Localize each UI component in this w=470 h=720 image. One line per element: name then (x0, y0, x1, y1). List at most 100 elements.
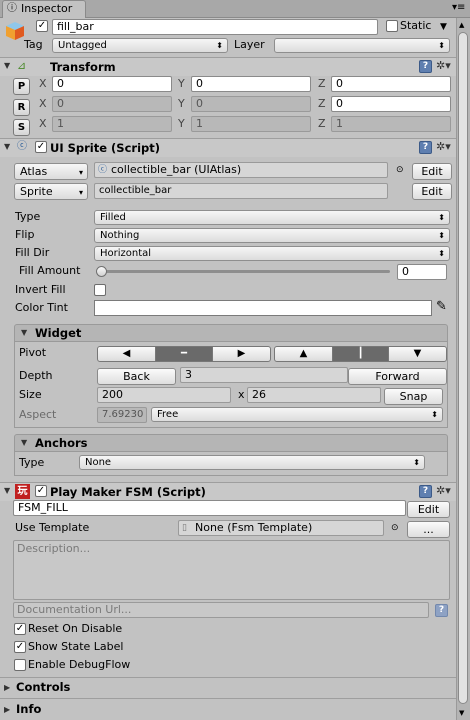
fillamount-field[interactable]: 0 (397, 264, 447, 280)
size-height-field[interactable]: 26 (247, 387, 381, 403)
rot-z-field[interactable]: 0 (331, 96, 451, 112)
scale-button[interactable]: S (13, 119, 30, 136)
tag-dropdown[interactable]: Untagged ⬍ (52, 38, 228, 53)
static-checkbox[interactable] (386, 20, 398, 32)
depth-back-button[interactable]: Back (97, 368, 176, 385)
scale-x-label[interactable]: X (39, 117, 47, 131)
snap-button[interactable]: Snap (384, 388, 443, 405)
aspect-field[interactable]: 7.69230 (97, 407, 147, 423)
playmaker-enabled-checkbox[interactable]: ✓ (35, 485, 47, 497)
rot-z-label[interactable]: Z (318, 97, 326, 111)
pivot-right-button[interactable]: ▶ (212, 346, 271, 362)
rotation-button[interactable]: R (13, 99, 30, 116)
anchors-foldout-icon[interactable]: ▼ (21, 438, 27, 447)
depth-forward-button[interactable]: Forward (348, 368, 447, 385)
uisprite-foldout-icon[interactable]: ▼ (4, 142, 10, 151)
atlas-edit-button[interactable]: Edit (412, 163, 452, 180)
scale-z-field[interactable]: 1 (331, 116, 451, 132)
scale-x-field[interactable]: 1 (52, 116, 172, 132)
fillamount-slider-track[interactable] (100, 270, 390, 273)
pivot-center-button[interactable]: ━ (155, 346, 213, 362)
tab-menu-icon[interactable]: ▾≡ (452, 1, 465, 15)
transform-help-icon[interactable]: ? (419, 60, 432, 73)
anchors-header[interactable]: ▼ Anchors (14, 434, 448, 452)
widget-header[interactable]: ▼ Widget (14, 324, 448, 342)
scrollbar-thumb[interactable] (458, 32, 468, 704)
uisprite-header[interactable]: ▼ ⓒ ✓ UI Sprite (Script) ? ✲▾ (0, 138, 456, 157)
pos-x-field[interactable]: 0 (52, 76, 172, 92)
pos-z-field[interactable]: 0 (331, 76, 451, 92)
sprite-button[interactable]: Sprite ▾ (14, 183, 88, 200)
description-textarea[interactable]: Description... (13, 540, 450, 600)
filldir-dropdown[interactable]: Horizontal ⬍ (94, 246, 450, 261)
pivot-bottom-button[interactable]: ▼ (388, 346, 447, 362)
playmaker-header[interactable]: ▼ 玩 ✓ Play Maker FSM (Script) ? ✲▾ (0, 482, 456, 501)
rot-x-label[interactable]: X (39, 97, 47, 111)
scroll-up-icon[interactable]: ▲ (459, 18, 464, 32)
pos-z-label[interactable]: Z (318, 77, 326, 91)
template-field[interactable]: ▯ None (Fsm Template) (178, 520, 384, 536)
sprite-field[interactable]: collectible_bar (94, 183, 388, 199)
uisprite-enabled-checkbox[interactable]: ✓ (35, 141, 47, 153)
fillamount-slider-thumb[interactable] (96, 266, 107, 277)
depth-field[interactable]: 3 (180, 367, 348, 383)
size-width-field[interactable]: 200 (97, 387, 231, 403)
transform-header[interactable]: ▼ ⊿ Transform ? ✲▾ (0, 57, 456, 76)
active-checkbox[interactable]: ✓ (36, 20, 48, 32)
pivot-top-button[interactable]: ▲ (274, 346, 333, 362)
sprite-edit-button[interactable]: Edit (412, 183, 452, 200)
fsm-edit-button[interactable]: Edit (407, 501, 450, 518)
atlas-button[interactable]: Atlas ▾ (14, 163, 88, 180)
docurl-help-icon[interactable]: ? (435, 604, 448, 617)
controls-section[interactable]: Controls (16, 680, 70, 694)
position-button[interactable]: P (13, 78, 30, 95)
playmaker-help-icon[interactable]: ? (419, 485, 432, 498)
pivot-left-button[interactable]: ◀ (97, 346, 156, 362)
pos-y-field[interactable]: 0 (191, 76, 311, 92)
pos-y-label[interactable]: Y (178, 77, 185, 91)
reset-on-disable-checkbox[interactable]: ✓ (14, 623, 26, 635)
invertfill-checkbox[interactable] (94, 284, 106, 296)
type-dropdown[interactable]: Filled ⬍ (94, 210, 450, 225)
controls-foldout-icon[interactable]: ▶ (4, 683, 10, 692)
info-foldout-icon[interactable]: ▶ (4, 705, 10, 714)
layer-dropdown[interactable]: ⬍ (274, 38, 450, 53)
size-x-label: x (238, 388, 245, 401)
scale-y-label[interactable]: Y (178, 117, 185, 131)
info-section[interactable]: Info (16, 702, 41, 716)
tab-inspector[interactable]: ⓘ Inspector (2, 0, 86, 18)
transform-gear-icon[interactable]: ✲▾ (436, 59, 451, 72)
rot-y-label[interactable]: Y (178, 97, 185, 111)
object-name-field[interactable]: fill_bar (52, 19, 378, 35)
playmaker-foldout-icon[interactable]: ▼ (4, 486, 10, 495)
pos-x-label[interactable]: X (39, 77, 47, 91)
fsm-name-field[interactable]: FSM_FILL (13, 500, 406, 516)
scroll-down-icon[interactable]: ▼ (459, 706, 464, 720)
flip-dropdown[interactable]: Nothing ⬍ (94, 228, 450, 243)
widget-foldout-icon[interactable]: ▼ (21, 328, 27, 337)
enable-debugflow-checkbox[interactable] (14, 659, 26, 671)
eyedropper-icon[interactable]: ✎ (436, 300, 447, 314)
colortint-swatch[interactable] (94, 300, 432, 316)
anchors-title: Anchors (35, 436, 88, 450)
rot-x-field[interactable]: 0 (52, 96, 172, 112)
atlas-picker-icon[interactable]: ⊙ (396, 163, 404, 177)
playmaker-gear-icon[interactable]: ✲▾ (436, 484, 451, 497)
scale-z-label[interactable]: Z (318, 117, 326, 131)
enable-debugflow-label: Enable DebugFlow (28, 658, 131, 671)
uisprite-help-icon[interactable]: ? (419, 141, 432, 154)
template-more-button[interactable]: ... (407, 521, 450, 538)
scale-y-field[interactable]: 1 (191, 116, 311, 132)
anchors-type-dropdown[interactable]: None ⬍ (79, 455, 425, 470)
transform-foldout-icon[interactable]: ▼ (4, 61, 10, 70)
rot-y-field[interactable]: 0 (191, 96, 311, 112)
pivot-middle-button[interactable]: ┃ (332, 346, 389, 362)
uisprite-gear-icon[interactable]: ✲▾ (436, 140, 451, 153)
aspect-mode-dropdown[interactable]: Free ⬍ (151, 407, 443, 422)
atlas-field[interactable]: ⓒ collectible_bar (UIAtlas) (94, 162, 388, 178)
static-dropdown-icon[interactable]: ▼ (440, 20, 447, 34)
docurl-field[interactable]: Documentation Url... (13, 602, 429, 618)
template-picker-icon[interactable]: ⊙ (391, 521, 399, 535)
flip-label: Flip (15, 228, 35, 241)
show-state-label-checkbox[interactable]: ✓ (14, 641, 26, 653)
